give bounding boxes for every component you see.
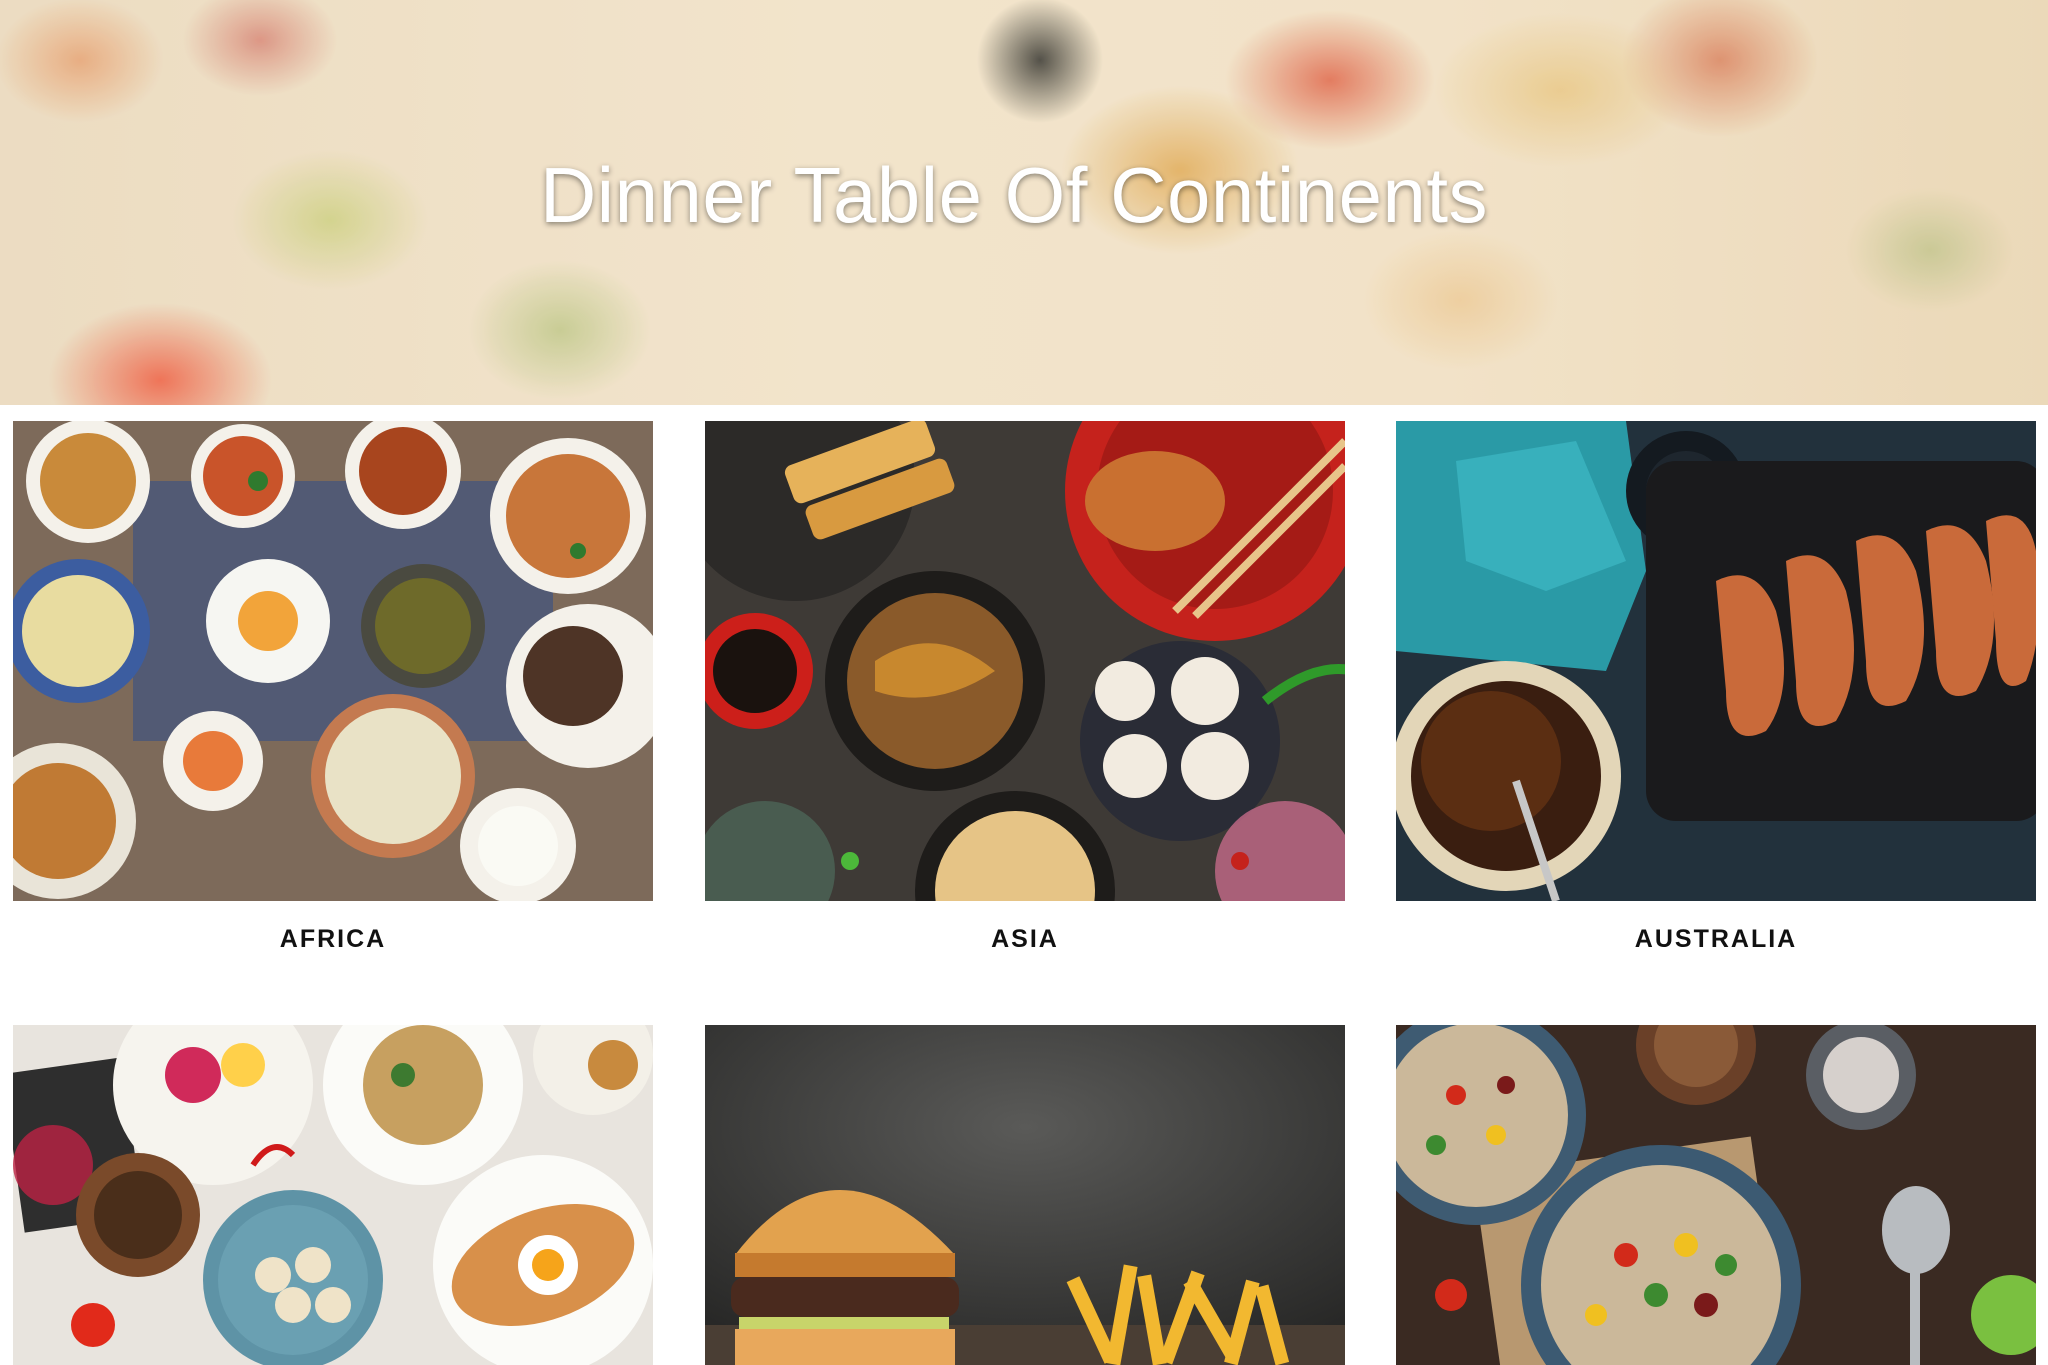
africa-food-image[interactable]	[13, 421, 653, 901]
card-africa[interactable]: AFRICA	[13, 421, 653, 954]
asia-food-image[interactable]	[705, 421, 1345, 901]
continent-grid: AFRICA ASIA AUSTRALIA	[0, 0, 2048, 1365]
card-label-australia[interactable]: AUSTRALIA	[1396, 925, 2036, 954]
card-label-africa[interactable]: AFRICA	[13, 925, 653, 954]
card-row2-col2[interactable]	[705, 1025, 1345, 1365]
card-row2-col1[interactable]	[13, 1025, 653, 1365]
page: Dinner Table Of Continents AFRICA ASIA A…	[0, 0, 2048, 1365]
mediterranean-food-image[interactable]	[13, 1025, 653, 1365]
card-row2-col3[interactable]	[1396, 1025, 2036, 1365]
card-australia[interactable]: AUSTRALIA	[1396, 421, 2036, 954]
australia-food-image[interactable]	[1396, 421, 2036, 901]
bean-bowls-image[interactable]	[1396, 1025, 2036, 1365]
card-asia[interactable]: ASIA	[705, 421, 1345, 954]
card-label-asia[interactable]: ASIA	[705, 925, 1345, 954]
burger-fries-image[interactable]	[705, 1025, 1345, 1365]
